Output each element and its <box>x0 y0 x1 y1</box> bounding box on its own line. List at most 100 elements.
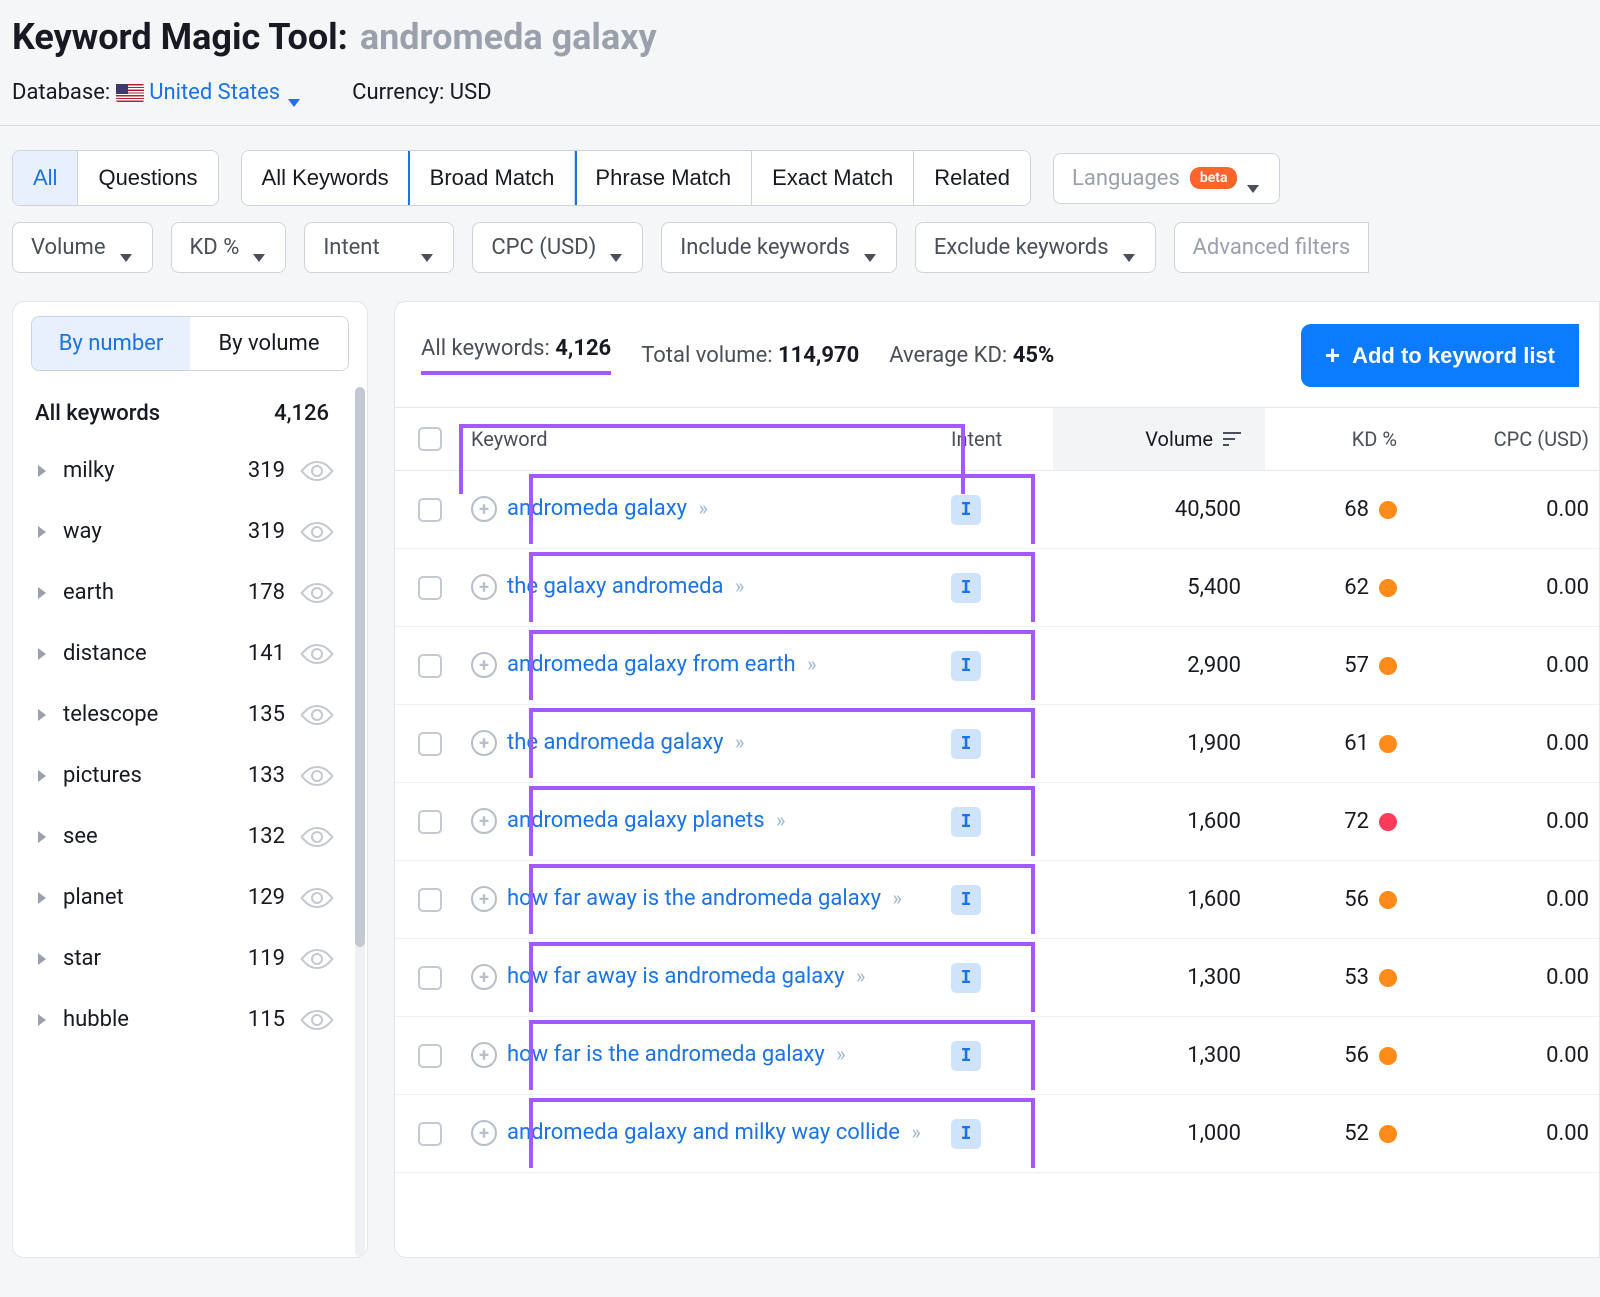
keyword-link[interactable]: andromeda galaxy planets » <box>507 806 781 837</box>
keyword-link[interactable]: andromeda galaxy » <box>507 494 704 525</box>
include-keywords-filter[interactable]: Include keywords <box>661 222 897 273</box>
eye-icon[interactable] <box>300 576 334 610</box>
chevron-right-icon <box>35 648 49 660</box>
row-checkbox[interactable] <box>418 810 442 834</box>
add-keyword-icon[interactable]: + <box>471 574 497 600</box>
scrollbar-thumb[interactable] <box>355 387 365 947</box>
tab-all[interactable]: All <box>13 151 78 205</box>
row-checkbox[interactable] <box>418 654 442 678</box>
row-checkbox[interactable] <box>418 498 442 522</box>
row-checkbox[interactable] <box>418 966 442 990</box>
kd-cell: 52 <box>1265 1121 1415 1146</box>
summary-avg-kd-value: 45% <box>1013 343 1055 368</box>
add-keyword-icon[interactable]: + <box>471 1042 497 1068</box>
cpc-cell: 0.00 <box>1415 731 1599 756</box>
intent-badge[interactable]: I <box>951 495 981 525</box>
add-keyword-icon[interactable]: + <box>471 652 497 678</box>
currency-label: Currency: USD <box>352 80 491 105</box>
intent-filter-label: Intent <box>323 235 379 260</box>
sidebar-item-earth[interactable]: earth178 <box>13 562 359 623</box>
kd-difficulty-dot-icon <box>1379 891 1397 909</box>
row-checkbox-cell <box>395 654 465 678</box>
eye-icon[interactable] <box>300 515 334 549</box>
row-checkbox[interactable] <box>418 888 442 912</box>
col-intent[interactable]: Intent <box>951 427 1053 451</box>
keyword-link[interactable]: andromeda galaxy from earth » <box>507 650 812 681</box>
eye-icon[interactable] <box>300 820 334 854</box>
eye-icon[interactable] <box>300 454 334 488</box>
intent-badge[interactable]: I <box>951 651 981 681</box>
row-checkbox[interactable] <box>418 576 442 600</box>
tab-all-keywords[interactable]: All Keywords <box>242 151 410 205</box>
col-cpc[interactable]: CPC (USD) <box>1415 427 1599 451</box>
intent-badge[interactable]: I <box>951 807 981 837</box>
tab-related[interactable]: Related <box>914 151 1030 205</box>
sidebar-item-distance[interactable]: distance141 <box>13 623 359 684</box>
tab-exact-match[interactable]: Exact Match <box>752 151 914 205</box>
select-all-checkbox[interactable] <box>418 427 442 451</box>
intent-badge[interactable]: I <box>951 885 981 915</box>
row-checkbox[interactable] <box>418 1044 442 1068</box>
add-keyword-icon[interactable]: + <box>471 886 497 912</box>
intent-badge[interactable]: I <box>951 1119 981 1149</box>
row-checkbox-cell <box>395 810 465 834</box>
intent-cell: I <box>951 495 1053 525</box>
tab-questions[interactable]: Questions <box>78 151 217 205</box>
sidebar-item-count: 115 <box>248 1007 285 1032</box>
eye-icon[interactable] <box>300 759 334 793</box>
intent-badge[interactable]: I <box>951 573 981 603</box>
eye-icon[interactable] <box>300 637 334 671</box>
sidebar-item-star[interactable]: star119 <box>13 928 359 989</box>
row-checkbox[interactable] <box>418 732 442 756</box>
languages-dropdown[interactable]: Languages beta <box>1053 153 1280 204</box>
sidebar-item-pictures[interactable]: pictures133 <box>13 745 359 806</box>
col-volume[interactable]: Volume <box>1053 408 1265 470</box>
kd-cell: 53 <box>1265 965 1415 990</box>
add-to-keyword-list-button[interactable]: Add to keyword list <box>1301 324 1579 387</box>
add-keyword-icon[interactable]: + <box>471 1120 497 1146</box>
by-volume-toggle[interactable]: By volume <box>190 317 348 370</box>
sidebar-item-label: way <box>63 519 234 544</box>
keyword-link[interactable]: the galaxy andromeda » <box>507 572 740 603</box>
sidebar-item-see[interactable]: see132 <box>13 806 359 867</box>
sidebar-item-planet[interactable]: planet129 <box>13 867 359 928</box>
intent-filter[interactable]: Intent <box>304 222 454 273</box>
col-kd[interactable]: KD % <box>1265 427 1415 451</box>
sidebar-item-count: 133 <box>248 763 285 788</box>
advanced-filters[interactable]: Advanced filters <box>1174 222 1370 273</box>
intent-badge[interactable]: I <box>951 963 981 993</box>
keyword-link[interactable]: the andromeda galaxy » <box>507 728 740 759</box>
keyword-link[interactable]: andromeda galaxy and milky way collide » <box>507 1118 917 1149</box>
group-list-header[interactable]: All keywords 4,126 <box>13 387 359 440</box>
database-selector[interactable]: Database: United States <box>12 80 304 105</box>
keyword-link[interactable]: how far is the andromeda galaxy » <box>507 1040 842 1071</box>
eye-icon[interactable] <box>300 942 334 976</box>
intent-badge[interactable]: I <box>951 1041 981 1071</box>
add-keyword-icon[interactable]: + <box>471 808 497 834</box>
sidebar-item-hubble[interactable]: hubble115 <box>13 989 359 1050</box>
exclude-keywords-filter[interactable]: Exclude keywords <box>915 222 1156 273</box>
add-keyword-icon[interactable]: + <box>471 730 497 756</box>
by-number-toggle[interactable]: By number <box>32 317 190 370</box>
tab-phrase-match[interactable]: Phrase Match <box>575 151 752 205</box>
col-keyword[interactable]: Keyword <box>465 427 951 451</box>
add-keyword-icon[interactable]: + <box>471 496 497 522</box>
intent-badge[interactable]: I <box>951 729 981 759</box>
eye-icon[interactable] <box>300 881 334 915</box>
cpc-filter[interactable]: CPC (USD) <box>472 222 643 273</box>
sidebar-item-milky[interactable]: milky319 <box>13 440 359 501</box>
keyword-link[interactable]: how far away is the andromeda galaxy » <box>507 884 898 915</box>
add-keyword-icon[interactable]: + <box>471 964 497 990</box>
sidebar-item-telescope[interactable]: telescope135 <box>13 684 359 745</box>
volume-cell: 1,600 <box>1053 887 1265 912</box>
cpc-cell: 0.00 <box>1415 1121 1599 1146</box>
tab-broad-match[interactable]: Broad Match <box>410 151 576 205</box>
keyword-link[interactable]: how far away is andromeda galaxy » <box>507 962 861 993</box>
eye-icon[interactable] <box>300 698 334 732</box>
volume-filter[interactable]: Volume <box>12 222 153 273</box>
eye-icon[interactable] <box>300 1003 334 1037</box>
kd-filter[interactable]: KD % <box>171 222 287 273</box>
kd-value: 61 <box>1344 731 1369 756</box>
row-checkbox[interactable] <box>418 1122 442 1146</box>
sidebar-item-way[interactable]: way319 <box>13 501 359 562</box>
